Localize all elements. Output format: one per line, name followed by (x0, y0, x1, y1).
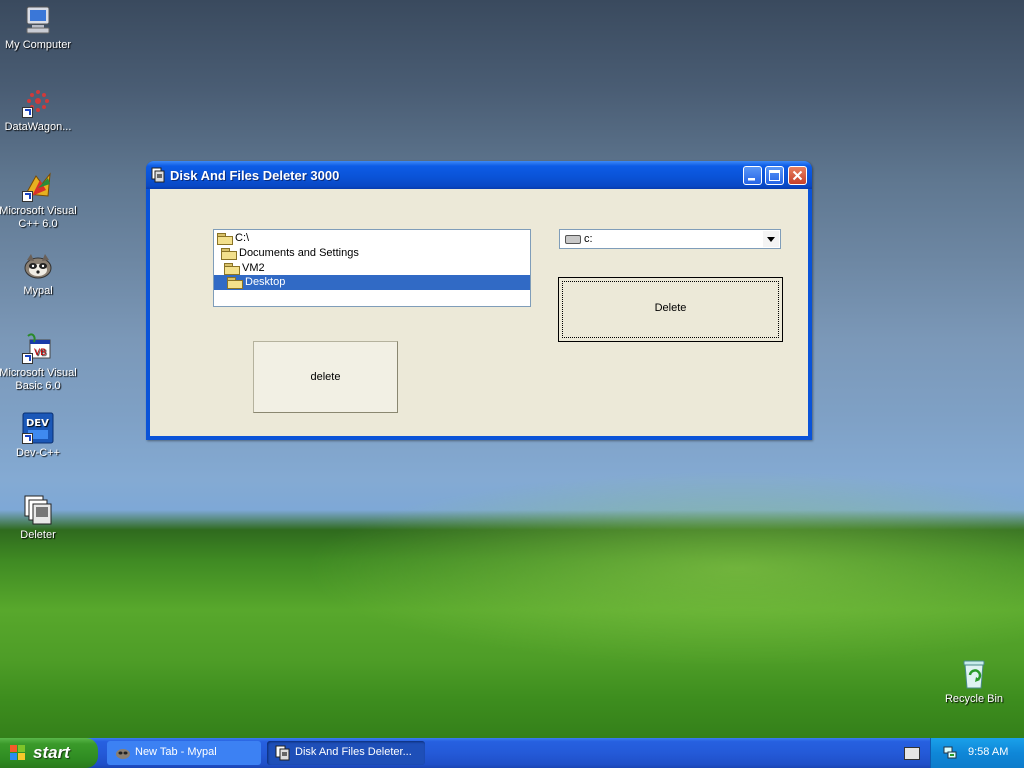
shortcut-arrow-icon (22, 191, 33, 202)
tree-item-label: C:\ (235, 232, 250, 244)
start-label: start (33, 743, 70, 762)
desktop-icon-label: DataWagon... (4, 121, 72, 133)
shortcut-arrow-icon (22, 107, 33, 118)
app-window-icon (151, 167, 165, 183)
maximize-button[interactable] (765, 166, 784, 185)
desktop-icon-label: Microsoft Visual Basic 6.0 (0, 367, 77, 392)
visual-cpp-icon (22, 170, 54, 202)
visual-basic-icon: VB (22, 332, 54, 364)
start-button[interactable]: start (0, 738, 98, 768)
svg-text:VB: VB (34, 348, 46, 358)
desktop-icon-visual-basic[interactable]: VB Microsoft Visual Basic 6.0 (0, 332, 80, 393)
desktop-icon-mypal[interactable]: Mypal (0, 250, 80, 298)
minimize-button[interactable] (743, 166, 762, 185)
clock: 9:58 AM (968, 746, 1009, 758)
desktop-icon-label: Dev-C++ (15, 447, 61, 459)
desktop-icon-recycle-bin[interactable]: Recycle Bin (932, 658, 1016, 706)
deleter-app-icon (22, 494, 54, 526)
drive-select-value: c: (584, 233, 593, 245)
desktop-icon-label: Recycle Bin (944, 693, 1004, 705)
window-title: Disk And Files Deleter 3000 (170, 168, 340, 183)
app-window: Disk And Files Deleter 3000 C:\ Document… (146, 161, 812, 440)
my-computer-icon (22, 4, 54, 36)
windows-logo-icon (10, 745, 26, 761)
recycle-bin-icon (958, 658, 990, 690)
mypal-raccoon-icon (115, 745, 131, 761)
tree-item[interactable]: VM2 (224, 261, 265, 276)
tree-item-label: Desktop (245, 276, 286, 288)
desktop-icon-label: Mypal (23, 285, 53, 297)
tree-item[interactable]: C:\ (217, 231, 249, 246)
taskbar-item-mypal[interactable]: New Tab - Mypal (107, 741, 261, 765)
tree-item-label: Documents and Settings (239, 247, 359, 259)
taskbar: start New Tab - Mypal Disk And Files Del… (0, 738, 1024, 768)
system-tray: 9:58 AM (930, 738, 1024, 768)
tree-item-label: VM2 (242, 262, 265, 274)
close-icon (792, 170, 803, 181)
desktop-icon-label: Microsoft Visual C++ 6.0 (0, 205, 77, 230)
desktop-icon-visual-cpp[interactable]: Microsoft Visual C++ 6.0 (0, 170, 80, 231)
tree-item-selected[interactable]: Desktop (214, 275, 530, 290)
desktop-icon-dev-cpp[interactable]: DEV Dev-C++ (0, 412, 80, 460)
dropdown-arrow-icon[interactable] (763, 231, 779, 247)
desktop-icon-deleter[interactable]: Deleter (0, 494, 80, 542)
window-client-area: C:\ Documents and Settings VM2 Desktop c… (150, 189, 808, 436)
datawagon-icon (22, 86, 54, 118)
deleter-app-icon (275, 745, 291, 761)
drive-select[interactable]: c: (559, 229, 781, 249)
dev-cpp-icon: DEV (22, 412, 54, 444)
folder-open-icon (221, 247, 237, 260)
shortcut-arrow-icon (22, 353, 33, 364)
desktop-icon-datawagon[interactable]: DataWagon... (0, 86, 80, 134)
minimize-icon (748, 178, 755, 181)
delete-button-label: delete (310, 371, 341, 383)
folder-open-icon (224, 262, 240, 275)
keyboard-layout-icon[interactable] (904, 747, 920, 760)
tree-item[interactable]: Documents and Settings (221, 246, 359, 261)
taskbar-item-deleter[interactable]: Disk And Files Deleter... (267, 741, 425, 765)
desktop-icon-label: Deleter (20, 529, 56, 541)
delete-button-secondary[interactable]: delete (253, 341, 398, 413)
svg-text:DEV: DEV (26, 418, 49, 429)
mypal-raccoon-icon (22, 250, 54, 282)
desktop-icon-my-computer[interactable]: My Computer (0, 4, 80, 52)
close-button[interactable] (788, 166, 807, 185)
delete-button-label: Delete (654, 302, 687, 314)
folder-tree[interactable]: C:\ Documents and Settings VM2 Desktop (213, 229, 531, 307)
folder-open-icon (217, 232, 233, 245)
maximize-icon (769, 170, 780, 181)
delete-button-primary[interactable]: Delete (558, 277, 783, 342)
folder-open-icon (227, 276, 243, 289)
shortcut-arrow-icon (22, 433, 33, 444)
window-titlebar[interactable]: Disk And Files Deleter 3000 (146, 161, 812, 189)
drive-icon (565, 235, 581, 244)
taskbar-item-label: New Tab - Mypal (135, 746, 217, 758)
taskbar-item-label: Disk And Files Deleter... (295, 746, 412, 758)
network-icon[interactable] (943, 746, 957, 759)
desktop-icon-label: My Computer (4, 39, 72, 51)
